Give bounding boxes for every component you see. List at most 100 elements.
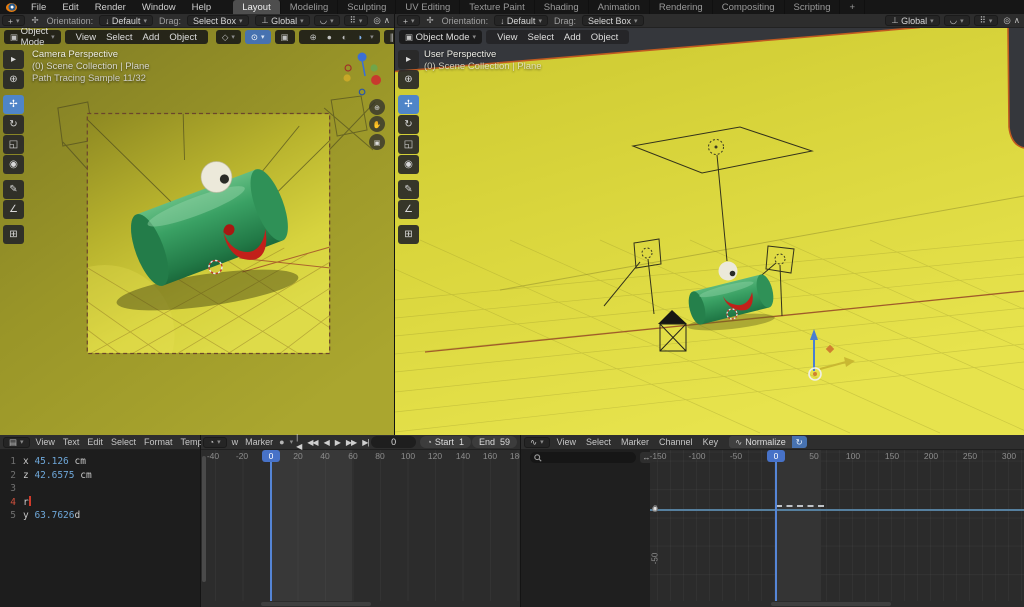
tool-move[interactable]: ✢	[3, 95, 24, 114]
channel-region[interactable]	[521, 450, 650, 607]
menu-edit[interactable]: Edit	[83, 437, 107, 447]
menu-select[interactable]: Select	[101, 32, 137, 43]
orientation-dropdown[interactable]: ↓ Default▾	[99, 15, 153, 26]
graph-playhead-badge[interactable]: 0	[767, 450, 785, 462]
frame-start-field[interactable]: ◔Start 1	[420, 436, 471, 448]
tool-rotate[interactable]: ↻	[3, 115, 24, 134]
menu-object[interactable]: Object	[586, 32, 623, 43]
mode-dropdown[interactable]: ▣ Object Mode▾	[399, 30, 482, 44]
transform-pivot-dropdown[interactable]: ⊥ Global▾	[255, 15, 309, 26]
tab-uv-editing[interactable]: UV Editing	[396, 0, 460, 14]
blender-logo-icon[interactable]	[6, 3, 17, 12]
snap-magnet-toggle[interactable]: ◡▾	[944, 15, 970, 26]
menu-channel[interactable]: Channel	[654, 437, 698, 447]
render-pause-button[interactable]: ∥	[384, 30, 394, 44]
shading-material-icon[interactable]: ◐	[337, 32, 352, 42]
menu-format[interactable]: Format	[140, 437, 177, 447]
orientation-dropdown[interactable]: ↓ Default▾	[494, 15, 548, 26]
tool-measure[interactable]: ∠	[398, 200, 419, 219]
menu-marker[interactable]: Marker	[616, 437, 654, 447]
menu-edit[interactable]: Edit	[54, 2, 86, 13]
tool-select-box[interactable]: ▸	[398, 50, 419, 69]
snap-settings-dropdown[interactable]: ⠿▾	[974, 15, 999, 26]
tool-rotate[interactable]: ↻	[398, 115, 419, 134]
menu-render[interactable]: Render	[87, 2, 134, 13]
left-viewport[interactable]: ⊕ ✋ ▣ ▣ Object Mode▾ View Select Add Obj…	[0, 28, 394, 435]
normalize-auto-refresh-button[interactable]: ↻	[792, 436, 807, 448]
shading-solid-icon[interactable]: ●	[322, 32, 337, 42]
tab-animation[interactable]: Animation	[589, 0, 650, 14]
proportional-edit-toggle[interactable]: ◎	[1003, 15, 1010, 26]
menu-select[interactable]: Select	[581, 437, 616, 447]
tool-select-box[interactable]: ▸	[3, 50, 24, 69]
menu-window[interactable]: Window	[134, 2, 184, 13]
snap-magnet-toggle[interactable]: ◡▾	[314, 15, 340, 26]
active-tool-icon[interactable]: +▾	[2, 15, 25, 26]
channel-search-field[interactable]	[530, 452, 636, 463]
timeline-body[interactable]: -40 -20 20 40 60 80 100 120 140 160 180 …	[201, 450, 520, 607]
tool-scale[interactable]: ◱	[398, 135, 419, 154]
tool-scale[interactable]: ◱	[3, 135, 24, 154]
menu-file[interactable]: File	[23, 2, 54, 13]
mode-dropdown[interactable]: ▣ Object Mode▾	[4, 30, 61, 44]
right-viewport[interactable]: ▣ Object Mode▾ View Select Add Object ▸ …	[395, 28, 1024, 435]
tool-move[interactable]: ✢	[398, 95, 419, 114]
jump-to-end-button[interactable]: ▶|	[359, 438, 371, 447]
jump-to-start-button[interactable]: |◀	[293, 433, 304, 451]
transform-pivot-dropdown[interactable]: ⊥ Global▾	[885, 15, 939, 26]
tool-measure[interactable]: ∠	[3, 200, 24, 219]
tool-cursor[interactable]: ⊕	[3, 70, 24, 89]
graph-playhead[interactable]	[775, 450, 777, 601]
frame-end-field[interactable]: End 59	[472, 436, 517, 448]
xray-toggle[interactable]: ▣	[275, 30, 295, 44]
tool-transform[interactable]: ◉	[398, 155, 419, 174]
tab-compositing[interactable]: Compositing	[713, 0, 785, 14]
overlays-dropdown[interactable]: ⊙▾	[245, 30, 271, 44]
menu-view[interactable]: View	[71, 32, 101, 43]
normalize-toggle[interactable]: ∿Normalize	[729, 436, 792, 448]
tool-annotate[interactable]: ✎	[3, 180, 24, 199]
editor-type-dropdown[interactable]: ▤▾	[3, 437, 30, 448]
proportional-falloff-icon[interactable]: ∧	[1014, 15, 1020, 26]
active-tool-icon[interactable]: +▾	[397, 15, 420, 26]
tab-rendering[interactable]: Rendering	[650, 0, 713, 14]
fcurve-line[interactable]	[650, 509, 1024, 511]
tab-shading[interactable]: Shading	[535, 0, 589, 14]
menu-object[interactable]: Object	[164, 32, 201, 43]
timeline-playhead-badge[interactable]: 0	[262, 450, 280, 462]
shading-wireframe-icon[interactable]: ⊕	[305, 32, 322, 43]
tool-annotate[interactable]: ✎	[398, 180, 419, 199]
text-editor-body[interactable]: 1 x 45.126 cm 2 z 42.6575 cm 3 4 r 5 y 6…	[0, 450, 200, 607]
menu-view[interactable]: View	[492, 32, 522, 43]
menu-view[interactable]: View	[32, 437, 59, 447]
proportional-falloff-icon[interactable]: ∧	[384, 15, 390, 26]
tab-texture-paint[interactable]: Texture Paint	[460, 0, 534, 14]
gizmos-dropdown[interactable]: ◇▾	[216, 30, 241, 44]
menu-add[interactable]: Add	[559, 32, 586, 43]
menu-key[interactable]: Key	[698, 437, 724, 447]
timeline-hscrollbar[interactable]	[261, 602, 371, 606]
graph-editor-body[interactable]: ↔ -150 -100 -50 50 100 150 200 250 300 0…	[521, 450, 1024, 607]
tab-layout[interactable]: Layout	[233, 0, 281, 14]
proportional-edit-toggle[interactable]: ◎	[373, 15, 380, 26]
tab-scripting[interactable]: Scripting	[785, 0, 841, 14]
prev-keyframe-button[interactable]: ◀◀	[304, 438, 320, 447]
timeline-playhead[interactable]	[270, 450, 272, 601]
drag-dropdown[interactable]: Select Box▾	[582, 15, 644, 26]
menu-help[interactable]: Help	[184, 2, 220, 13]
auto-keying-record-button[interactable]: ●	[277, 437, 286, 447]
menu-add[interactable]: Add	[137, 32, 164, 43]
editor-type-dropdown[interactable]: ∿▾	[524, 437, 550, 448]
tab-sculpting[interactable]: Sculpting	[338, 0, 396, 14]
shading-rendered-icon[interactable]: ◑	[352, 32, 367, 42]
snap-settings-dropdown[interactable]: ⠿▾	[344, 15, 369, 26]
current-frame-field[interactable]: 0	[371, 436, 415, 448]
graph-hscrollbar[interactable]	[771, 602, 891, 606]
menu-select[interactable]: Select	[522, 32, 558, 43]
next-keyframe-button[interactable]: ▶▶	[343, 438, 359, 447]
play-reverse-button[interactable]: ◀	[321, 438, 332, 447]
text-editor-scrollbar[interactable]	[202, 456, 206, 582]
menu-marker[interactable]: Marker	[241, 437, 277, 447]
tab-modeling[interactable]: Modeling	[281, 0, 339, 14]
tab-add-workspace[interactable]: +	[840, 0, 865, 14]
